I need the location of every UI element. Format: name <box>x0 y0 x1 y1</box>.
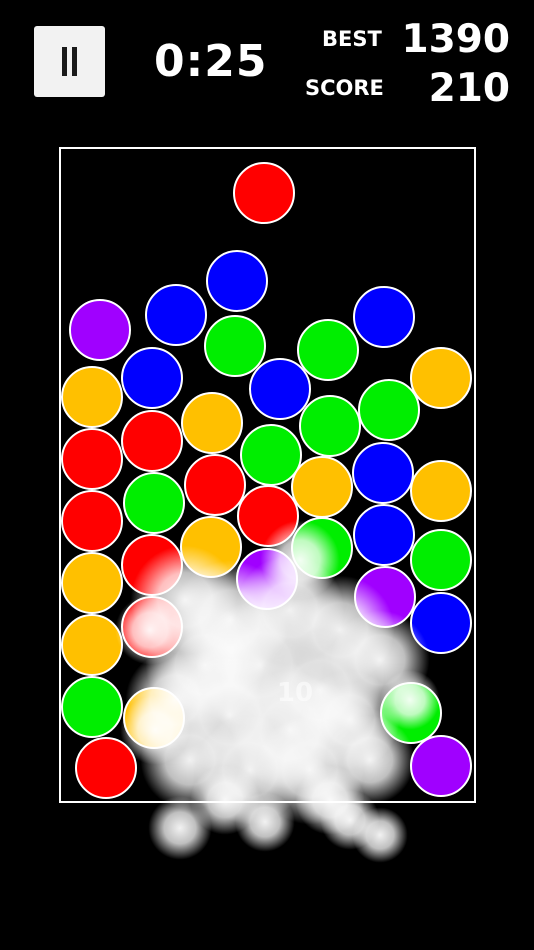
ball-blue[interactable] <box>206 250 268 312</box>
ball-purple[interactable] <box>410 735 472 797</box>
explosion-particle <box>295 765 365 835</box>
explosion-particle <box>190 765 260 835</box>
ball-green[interactable] <box>123 472 185 534</box>
ball-yellow[interactable] <box>291 456 353 518</box>
ball-red[interactable] <box>61 490 123 552</box>
ball-red[interactable] <box>121 410 183 472</box>
ball-blue[interactable] <box>353 286 415 348</box>
ball-red[interactable] <box>61 428 123 490</box>
ball-green[interactable] <box>410 529 472 591</box>
ball-green[interactable] <box>358 379 420 441</box>
ball-yellow[interactable] <box>410 347 472 409</box>
ball-blue[interactable] <box>145 284 207 346</box>
explosion-particle <box>115 595 185 665</box>
points-popup: 10 <box>276 678 314 708</box>
ball-yellow[interactable] <box>61 614 123 676</box>
ball-yellow[interactable] <box>410 460 472 522</box>
ball-yellow[interactable] <box>61 366 123 428</box>
ball-yellow[interactable] <box>181 392 243 454</box>
ball-red[interactable] <box>233 162 295 224</box>
ball-green[interactable] <box>299 395 361 457</box>
ball-blue[interactable] <box>121 347 183 409</box>
ball-blue[interactable] <box>353 504 415 566</box>
ball-green[interactable] <box>61 676 123 738</box>
explosion-particle <box>260 520 340 600</box>
ball-blue[interactable] <box>352 442 414 504</box>
ball-red[interactable] <box>184 454 246 516</box>
explosion-particle <box>120 695 190 765</box>
ball-yellow[interactable] <box>61 552 123 614</box>
explosion-particle <box>380 670 440 730</box>
ball-purple[interactable] <box>69 299 131 361</box>
